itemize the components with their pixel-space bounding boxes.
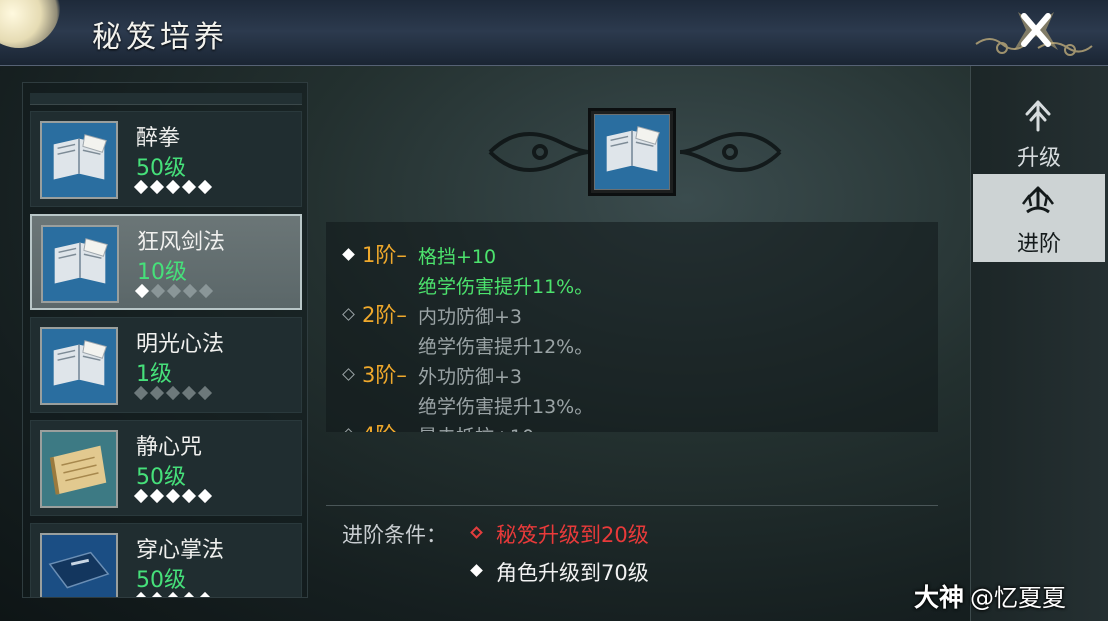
star-diamond-icon — [150, 283, 166, 299]
dark-book-icon — [42, 535, 116, 597]
diamond-icon — [470, 564, 483, 577]
star-diamond-icon — [165, 179, 181, 195]
skill-list[interactable]: 醉拳 50级 狂风剑法 10级 明光心法 1级 静心咒 50级 穿心掌法 50级 — [22, 82, 308, 598]
star-diamond-icon — [149, 488, 165, 504]
star-diamond-icon — [166, 283, 182, 299]
skill-name: 静心咒 — [136, 435, 203, 460]
star-diamond-icon — [181, 591, 197, 597]
star-diamond-icon — [197, 488, 213, 504]
star-rating — [133, 488, 213, 504]
advance-icon — [1022, 186, 1054, 214]
skill-item[interactable]: 穿心掌法 50级 — [30, 523, 302, 597]
skill-item[interactable]: 明光心法 1级 — [30, 317, 302, 413]
star-diamond-icon — [133, 591, 149, 597]
condition-text: 秘笈升级到20级 — [496, 523, 649, 547]
skill-name: 穿心掌法 — [136, 538, 225, 563]
close-icon — [1014, 12, 1058, 50]
close-button[interactable] — [1004, 4, 1068, 60]
skill-item[interactable]: 醉拳 50级 — [30, 111, 302, 207]
skill-name: 明光心法 — [136, 332, 225, 357]
tab-label: 进阶 — [1016, 232, 1061, 257]
tab-upgrade[interactable]: 升级 — [973, 88, 1105, 176]
diamond-outline-icon — [342, 428, 355, 432]
tab-advance[interactable]: 进阶 — [973, 174, 1105, 262]
skill-level: 50级 — [136, 465, 186, 490]
stage-label: 4阶– — [362, 419, 407, 432]
list-item-partial — [30, 93, 302, 105]
star-diamond-icon — [149, 591, 165, 597]
diamond-outline-icon — [342, 308, 355, 321]
selected-skill-icon — [588, 108, 676, 196]
title-bar: 秘笈培养 — [0, 0, 1108, 66]
up-arrow-icon — [1025, 100, 1051, 132]
book-icon — [42, 329, 116, 403]
stage-label: 1阶– — [362, 243, 407, 267]
diamond-outline-icon — [342, 368, 355, 381]
condition-text: 角色升级到70级 — [496, 561, 649, 585]
star-diamond-icon — [181, 488, 197, 504]
watermark-brand: 大神 — [914, 583, 965, 612]
diamond-icon — [342, 248, 355, 261]
book-icon — [595, 115, 669, 189]
diamond-outline-icon — [470, 526, 483, 539]
stage-attribute: 内功防御+3 — [418, 306, 523, 328]
skill-level: 50级 — [136, 568, 186, 593]
star-rating — [133, 385, 213, 401]
game-screen: 秘笈培养 醉拳 50级 狂风剑法 10级 明光心法 1级 静心咒 50级 穿心掌法 50级 — [0, 0, 1108, 621]
condition-label: 进阶条件： — [342, 523, 447, 547]
star-rating — [134, 283, 214, 299]
watermark-user: @忆夏夏 — [970, 584, 1067, 612]
skill-level: 50级 — [136, 156, 186, 181]
star-diamond-icon — [197, 385, 213, 401]
star-diamond-icon — [197, 179, 213, 195]
skill-thumb — [40, 327, 118, 405]
star-diamond-icon — [198, 283, 214, 299]
stage-label: 3阶– — [362, 363, 407, 387]
skill-item[interactable]: 静心咒 50级 — [30, 420, 302, 516]
stage-list[interactable]: 1阶– 格挡+10 绝学伤害提升11%。 2阶– 内功防御+3 绝学伤害提升12%。 3阶–… — [326, 222, 938, 432]
star-rating — [133, 591, 213, 597]
stage-attribute: 外功防御+3 — [418, 366, 523, 388]
star-diamond-icon — [149, 179, 165, 195]
page-title: 秘笈培养 — [92, 20, 228, 55]
stage-attribute: 格挡+10 — [418, 246, 497, 268]
skill-thumb — [41, 225, 119, 303]
star-diamond-icon — [133, 385, 149, 401]
divider — [326, 505, 938, 506]
star-diamond-icon — [181, 179, 197, 195]
stage-label: 2阶– — [362, 303, 407, 327]
scroll-icon — [42, 432, 116, 506]
skill-level: 1级 — [136, 362, 172, 387]
book-icon — [43, 227, 117, 301]
skill-thumb — [40, 121, 118, 199]
star-diamond-icon — [165, 488, 181, 504]
star-diamond-icon — [133, 179, 149, 195]
watermark: 大神 @忆夏夏 — [914, 578, 1066, 614]
tab-label: 升级 — [1016, 146, 1061, 171]
star-diamond-icon — [134, 283, 150, 299]
stage-description: 绝学伤害提升11%。 — [418, 276, 594, 298]
skill-name: 醉拳 — [136, 126, 181, 151]
skill-name: 狂风剑法 — [137, 230, 226, 255]
moon-decoration — [0, 0, 60, 48]
star-diamond-icon — [181, 385, 197, 401]
book-icon — [42, 123, 116, 197]
skill-level: 10级 — [137, 260, 187, 285]
star-diamond-icon — [197, 591, 213, 597]
star-rating — [133, 179, 213, 195]
skill-thumb — [40, 533, 118, 597]
star-diamond-icon — [165, 385, 181, 401]
stage-description: 绝学伤害提升12%。 — [418, 336, 594, 358]
stage-attribute: 暴击抵抗+10 — [418, 422, 534, 432]
skill-thumb — [40, 430, 118, 508]
stage-description: 绝学伤害提升13%。 — [418, 396, 594, 418]
star-diamond-icon — [182, 283, 198, 299]
star-diamond-icon — [149, 385, 165, 401]
star-diamond-icon — [165, 591, 181, 597]
skill-item[interactable]: 狂风剑法 10级 — [30, 214, 302, 310]
side-tabs: 升级 进阶 — [970, 66, 1108, 621]
star-diamond-icon — [133, 488, 149, 504]
